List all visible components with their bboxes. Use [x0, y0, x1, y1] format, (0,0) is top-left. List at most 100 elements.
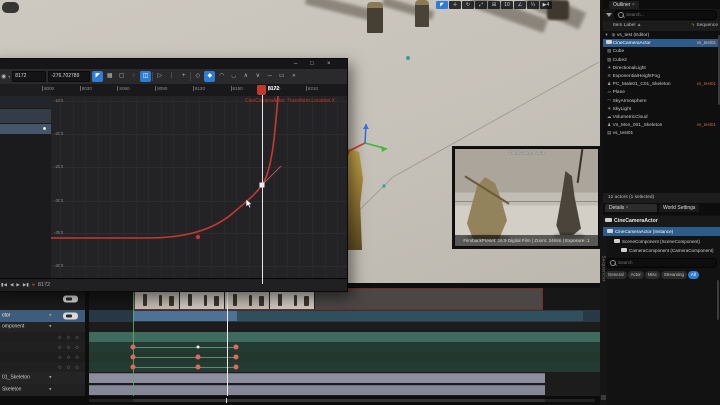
outliner-row[interactable]: ☀DirectionalLight — [603, 64, 720, 72]
component-tree-row[interactable]: SceneComponent (SceneComponent) — [603, 237, 720, 246]
curve-editor-titlebar[interactable]: – □ × — [0, 59, 347, 69]
filter-icon[interactable] — [606, 13, 612, 17]
track-transform[interactable]: ◇ ◇ ◇ — [0, 332, 600, 342]
sequencer-keyframe[interactable] — [130, 344, 136, 350]
close-icon[interactable]: × — [632, 2, 635, 8]
outliner-row[interactable]: ☁VolumetricCloud — [603, 113, 720, 121]
tangent-break-button[interactable]: ∧ — [240, 71, 251, 82]
outliner-row[interactable]: ▧Cube — [603, 47, 720, 55]
select-cursor-icon[interactable]: ◤ — [436, 0, 448, 9]
fit-view-button[interactable]: ◌ — [128, 71, 139, 82]
key-value-input[interactable]: -276.702789 — [48, 71, 91, 82]
category-pill-streaming[interactable]: Streaming — [660, 270, 687, 279]
category-pill-actor[interactable]: Actor — [627, 270, 644, 279]
add-key-diamonds[interactable]: ◇ ◇ ◇ — [58, 335, 81, 340]
minimize-icon[interactable]: – — [294, 59, 297, 69]
camera-speed-icon[interactable]: ▶4 — [540, 0, 552, 9]
snap-time-button[interactable]: ◫ — [140, 71, 152, 82]
add-key-diamonds[interactable]: ◇ ◇ ◇ — [58, 355, 81, 360]
chevron-down-icon[interactable]: ▾ — [49, 324, 52, 330]
transport-button[interactable]: ◀ — [10, 282, 13, 288]
chevron-down-icon[interactable]: ▾ — [8, 74, 10, 79]
key-frame-input[interactable]: 8172 — [12, 71, 47, 82]
scale-icon[interactable]: ⤢ — [475, 0, 487, 9]
track-camera-component[interactable]: omponent ▾ — [0, 322, 600, 332]
tangent-constant-button[interactable]: ─ — [264, 71, 275, 82]
chevron-down-icon[interactable]: ▾ — [49, 313, 52, 319]
curve-playhead-line[interactable] — [262, 85, 263, 284]
camera-toggle[interactable] — [63, 312, 78, 320]
add-key-diamonds[interactable]: ◇ ◇ ◇ — [58, 345, 81, 350]
tab-outliner[interactable]: Outliner × — [609, 1, 639, 9]
chevron-down-icon[interactable]: ▾ — [49, 375, 52, 381]
maximize-icon[interactable]: □ — [310, 59, 314, 69]
camera-actor-bar[interactable] — [133, 311, 237, 321]
more-options-button[interactable]: ⋮ — [166, 71, 177, 82]
drawer-icon[interactable] — [601, 395, 606, 400]
component-tree-row[interactable]: CineCameraActor (Instance) — [603, 227, 720, 236]
chevron-down-icon[interactable]: ▾ — [49, 387, 52, 393]
category-pill-misc[interactable]: Misc — [644, 270, 660, 279]
track-location[interactable]: ◇ ◇ ◇ — [0, 342, 600, 352]
grid-snap-icon[interactable]: ⊞ — [488, 0, 500, 9]
track-cinecamera-actor[interactable]: ctor ▾ — [0, 310, 600, 322]
outliner-world-row[interactable]: ▾ ◍ vs_test (Editor) — [603, 31, 720, 39]
animation-section[interactable] — [89, 385, 545, 395]
camera-lock-toggle[interactable] — [63, 295, 78, 303]
sequencer-range-bar[interactable] — [0, 396, 600, 405]
eye-icon[interactable]: ◉ — [1, 73, 6, 80]
category-pill-all[interactable]: All — [687, 270, 699, 279]
tangent-auto-button[interactable]: ◠ — [216, 71, 227, 82]
transport-button[interactable]: ▶▮ — [23, 282, 29, 288]
outliner-row[interactable]: ♟PC_Male01_C01_Skeleton vs_test01 — [603, 80, 720, 88]
category-pill-general[interactable]: General — [605, 270, 627, 279]
track-rotation[interactable]: ◇ ◇ ◇ — [0, 352, 600, 362]
marquee-select-button[interactable]: ▦ — [104, 71, 115, 82]
scale-snap-icon[interactable]: ¼ — [527, 0, 539, 9]
sequencer-keyframe[interactable] — [195, 354, 201, 360]
animation-section[interactable] — [89, 373, 545, 383]
transport-button[interactable]: ▮◀ — [1, 282, 7, 288]
tab-details[interactable]: Details × — [605, 204, 657, 212]
flatten-button[interactable]: ▭ — [276, 71, 287, 82]
add-key-button[interactable]: + — [178, 71, 189, 82]
move-icon[interactable]: ✛ — [449, 0, 461, 9]
close-icon[interactable]: × — [327, 59, 331, 69]
tangent-user-button[interactable]: ◡ — [228, 71, 239, 82]
outliner-row[interactable]: ♟Vs_Mon_001_Skeleton vs_test01 — [603, 121, 720, 129]
outliner-row[interactable]: ≋ ExponentialHeightFog — [603, 72, 720, 80]
outliner-column-header[interactable]: Item Label ▲ ϟ Sequence — [603, 21, 720, 31]
tangent-linear-button[interactable]: ∨ — [252, 71, 263, 82]
key-diamond-button[interactable]: ◇ — [192, 71, 203, 82]
transport-button[interactable]: ▶ — [16, 282, 19, 288]
outliner-row[interactable]: ◠ SkyAtmosphere — [603, 97, 720, 105]
camera-preview-pip[interactable]: CineCameraActor FilmbackPreset: 16:9 Dig… — [452, 146, 601, 249]
camera-actor-bar-tail[interactable] — [237, 311, 583, 321]
add-key-diamonds[interactable]: ◇ ◇ ◇ — [58, 365, 81, 370]
sequencer-keyframe[interactable] — [233, 364, 239, 370]
deactivate-button[interactable]: ▷ — [154, 71, 165, 82]
sequencer-keyframe[interactable] — [130, 364, 136, 370]
grid-size-value[interactable]: 10 — [501, 0, 513, 9]
component-tree-row[interactable]: CameraComponent (CameraComponent) — [603, 246, 720, 255]
frame-selection-button[interactable]: ▢ — [116, 71, 127, 82]
close-icon[interactable]: × — [626, 205, 629, 211]
outliner-row[interactable]: CineCameraActor vs_test01 — [603, 39, 720, 48]
track-skeleton-2[interactable]: Skeleton ▾ — [0, 384, 600, 396]
outliner-row[interactable]: ▱ Plane — [603, 88, 720, 96]
rotation-snap-icon[interactable]: ∠ — [514, 0, 526, 9]
tab-world-settings[interactable]: World Settings — [659, 204, 700, 212]
track-skeleton-1[interactable]: 01_Skeleton ▾ — [0, 372, 600, 384]
overflow-button[interactable]: » — [288, 71, 299, 82]
sequencer-keyframe[interactable] — [130, 354, 136, 360]
track-scale[interactable]: ◇ ◇ ◇ — [0, 362, 600, 372]
curve-editor-window[interactable]: – □ × ◉ ▾ 8172 -276.702789 ◤ ▦ ▢ ◌ ◫ ▷ ⋮ + ◇ ◆ ◠ ◡ ∧… — [0, 58, 348, 292]
details-scrollbar[interactable] — [717, 280, 719, 320]
sequencer-keyframe[interactable] — [196, 345, 200, 349]
details-search-input[interactable]: Search — [606, 257, 717, 268]
outliner-row[interactable]: ☀SkyLight — [603, 105, 720, 113]
sequencer-playhead[interactable] — [227, 283, 228, 396]
outliner-row[interactable]: ▤vs_test01 — [603, 129, 720, 137]
rotate-icon[interactable]: ↻ — [462, 0, 474, 9]
select-tool-button[interactable]: ◤ — [92, 71, 104, 82]
